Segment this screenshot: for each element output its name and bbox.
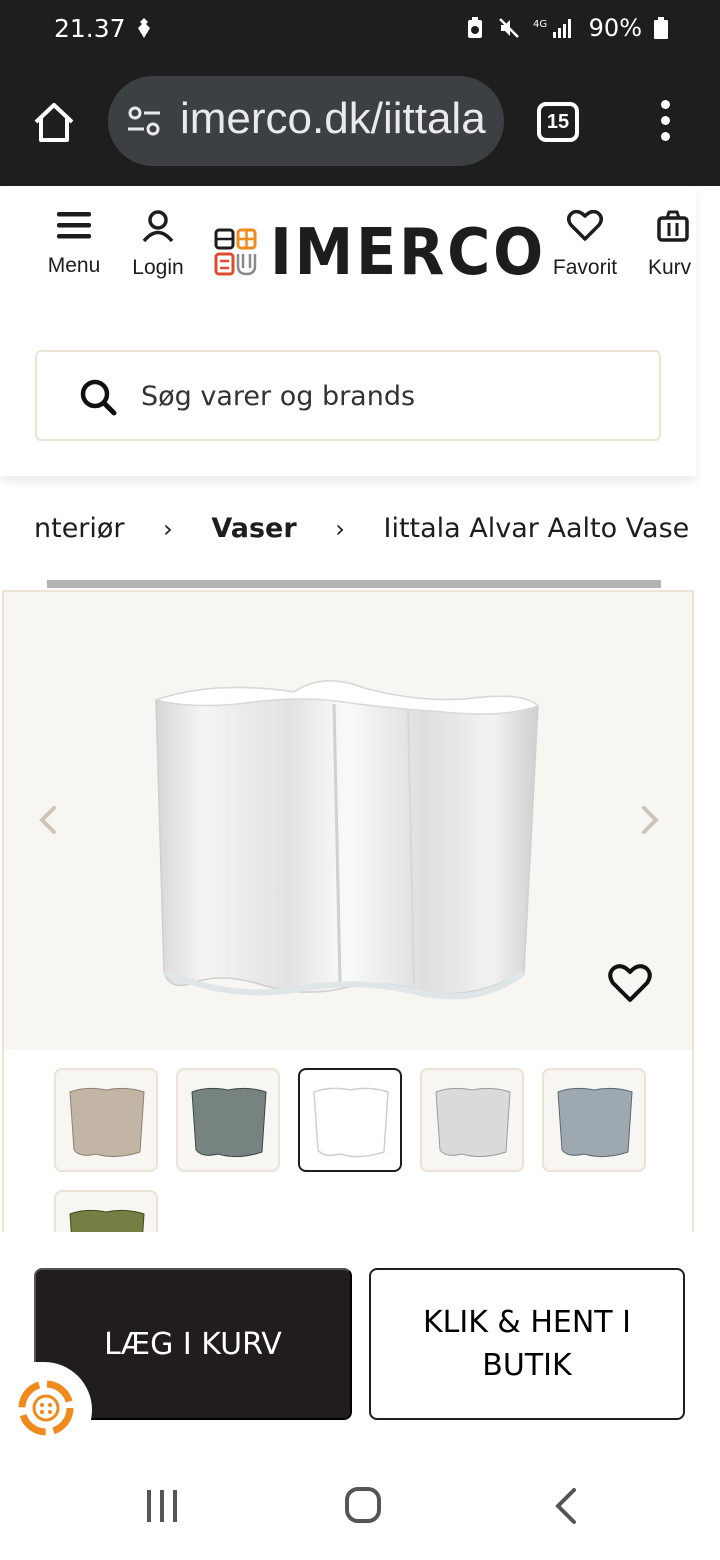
thumbnail-clear[interactable]	[420, 1068, 524, 1172]
svg-text:4G: 4G	[533, 19, 547, 30]
next-image-arrow-icon[interactable]	[634, 800, 664, 840]
battery-saver-icon	[465, 16, 485, 40]
thumbnail-rain[interactable]	[542, 1068, 646, 1172]
add-favorite-heart-icon[interactable]	[608, 964, 652, 1009]
menu-button[interactable]: Menu	[38, 210, 110, 278]
cart-label: Kurv	[648, 256, 692, 279]
thumbnail-linen[interactable]	[54, 1068, 158, 1172]
purchase-actions: LÆG I KURV KLIK & HENT I BUTIK	[0, 1232, 720, 1452]
status-time: 21.37	[54, 14, 126, 43]
menu-label: Menu	[47, 254, 101, 277]
user-icon	[142, 210, 174, 243]
breadcrumb-scrollbar[interactable]	[47, 580, 661, 588]
chat-bot-icon	[18, 1380, 74, 1436]
chevron-right-icon: ›	[335, 514, 345, 543]
recent-apps-icon[interactable]	[144, 1488, 180, 1529]
home-icon[interactable]	[30, 98, 78, 146]
signal-icon: 4G	[533, 16, 577, 40]
cart-button[interactable]: Kurv	[644, 210, 704, 280]
back-icon[interactable]	[552, 1486, 580, 1531]
favorites-label: Favorit	[552, 256, 618, 279]
address-bar[interactable]: imerco.dk/iittala	[108, 76, 504, 166]
breadcrumb-item-current: Iittala Alvar Aalto Vase	[383, 513, 690, 544]
search-input[interactable]	[141, 372, 621, 420]
imerco-logo[interactable]: IMERCO	[214, 216, 570, 290]
click-and-collect-button[interactable]: KLIK & HENT I BUTIK	[369, 1268, 685, 1420]
logo-mark-icon	[214, 228, 257, 276]
product-gallery	[2, 590, 694, 1250]
more-options-icon[interactable]	[656, 100, 674, 146]
chevron-right-icon: ›	[163, 514, 173, 543]
hamburger-icon	[57, 212, 91, 239]
breadcrumb-item-vaser[interactable]: Vaser	[211, 513, 296, 544]
search-box[interactable]	[35, 350, 661, 441]
previous-image-arrow-icon[interactable]	[34, 800, 64, 840]
notification-icon	[134, 16, 154, 45]
login-label: Login	[132, 256, 184, 279]
vase-image	[153, 680, 540, 1000]
thumbnail-grey[interactable]	[176, 1068, 280, 1172]
search-icon[interactable]	[79, 378, 117, 421]
system-nav-bar	[0, 1452, 720, 1560]
logo-text: IMERCO	[270, 216, 546, 290]
mute-icon	[497, 16, 521, 40]
battery-icon	[654, 16, 668, 40]
home-nav-icon[interactable]	[344, 1486, 382, 1529]
login-button[interactable]: Login	[124, 210, 192, 280]
site-settings-icon[interactable]	[126, 104, 162, 143]
basket-icon	[657, 210, 689, 242]
heart-icon	[567, 209, 603, 241]
address-row: imerco.dk/iittala 15	[0, 76, 720, 168]
product-main-image[interactable]	[4, 592, 692, 1050]
breadcrumb-item-interior[interactable]: nteriør	[34, 513, 125, 544]
favorites-button[interactable]: Favorit	[546, 209, 624, 280]
browser-chrome: 21.37 4G 90% imerco.dk/iittala 15	[0, 0, 720, 186]
battery-level: 90%	[588, 14, 642, 42]
thumbnail-white[interactable]	[298, 1068, 402, 1172]
chat-widget[interactable]	[0, 1362, 92, 1458]
site-header: Menu Login IMERCO Favorit Kurv	[0, 186, 696, 476]
tab-switcher-button[interactable]: 15	[537, 102, 579, 142]
breadcrumb: nteriør › Vaser › Iittala Alvar Aalto Va…	[34, 512, 720, 556]
url-text[interactable]: imerco.dk/iittala	[180, 94, 486, 144]
status-bar: 21.37 4G 90%	[0, 0, 720, 60]
